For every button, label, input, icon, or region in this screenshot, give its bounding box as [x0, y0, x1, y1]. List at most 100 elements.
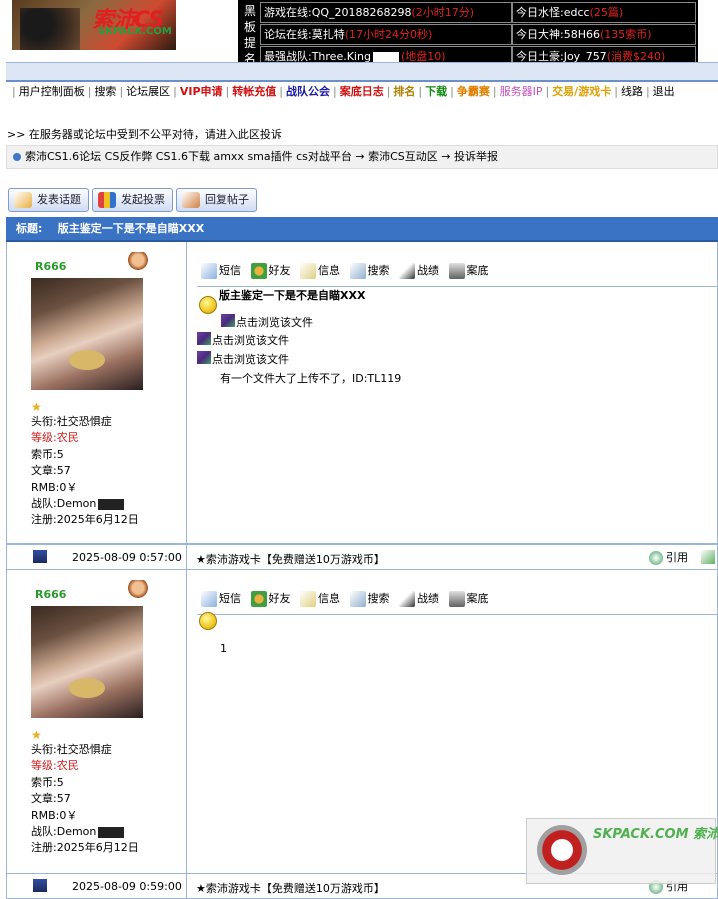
profile-button[interactable]: 信息	[300, 590, 340, 608]
author-name[interactable]: R666	[35, 588, 66, 601]
author-info: 头衔:社交恐惧症 等级:农民 索币:5 文章:57 RMB:0￥ 战队:Demo…	[31, 743, 139, 855]
watermark-logo	[537, 825, 587, 875]
friend-button[interactable]: 好友	[250, 590, 291, 608]
post-body: 有一个文件大了上传不了，ID:TL119	[220, 372, 402, 385]
message-button[interactable]: 短信	[201, 590, 241, 608]
author-rmb: 0￥	[59, 480, 78, 494]
menu-vip[interactable]: VIP申请	[177, 85, 226, 98]
daily-god-cell[interactable]: 今日大神:58H66(135索币)	[512, 24, 696, 45]
rar-icon	[197, 351, 211, 364]
menu-tournament[interactable]: 争霸赛	[454, 85, 493, 98]
smiley-icon	[199, 296, 217, 314]
thread-title-bar: 标题: 版主鉴定一下是不是自瞄XXX	[6, 217, 718, 242]
complaint-notice: >> 在服务器或论坛中受到不公平对待，请进入此区投诉	[7, 128, 282, 141]
post-title: 版主鉴定一下是不是自瞄XXX	[219, 289, 366, 302]
main-menu: | 用户控制面板 | 搜索 | 论坛展区 | VIP申请 | 转帐充值 | 战队公会 | 案底日志 | 排名 |…	[12, 84, 678, 100]
top-arrow-icon[interactable]	[701, 550, 715, 564]
breadcrumb-text[interactable]: 索沛CS1.6论坛 CS反作弊 CS1.6下载 amxx sma插件 cs对战平…	[25, 150, 498, 163]
blackboard-panel: 黑板提名 游戏在线:QQ_20188268298(2小时17分) 今日水怪:ed…	[238, 0, 698, 68]
post-toolbar: 短信 好友 信息 搜索 战绩 案底	[201, 590, 495, 608]
watermark-text: SKPACK.COM 索沛CS	[593, 827, 718, 842]
rar-icon	[221, 314, 235, 327]
post-body: 1	[220, 642, 227, 655]
menu-search[interactable]: 搜索	[91, 85, 119, 98]
monitor-icon	[448, 591, 465, 607]
menu-routes[interactable]: 线路	[618, 85, 646, 98]
site-logo[interactable]: 索沛CS SKPACK.COM	[12, 0, 176, 50]
author-articles: 57	[56, 792, 71, 806]
attachment-link[interactable]: 点击浏览该文件	[197, 332, 289, 348]
bullet-icon	[13, 153, 21, 161]
avatar	[31, 278, 143, 390]
rar-icon	[197, 332, 211, 345]
daily-poster-cell[interactable]: 今日水怪:edcc(25篇)	[512, 2, 696, 23]
message-icon	[201, 591, 217, 607]
message-button[interactable]: 短信	[201, 262, 241, 280]
search-icon	[349, 591, 366, 607]
thread-title-label: 标题:	[16, 222, 43, 235]
menu-user-cp[interactable]: 用户控制面板	[16, 85, 88, 98]
menu-server-ip[interactable]: 服务器IP	[497, 85, 546, 98]
menu-record-log[interactable]: 案底日志	[337, 85, 387, 98]
menu-team-guild[interactable]: 战队公会	[283, 85, 333, 98]
search-button[interactable]: 搜索	[349, 262, 390, 280]
menu-trade[interactable]: 交易/游戏卡	[549, 85, 614, 98]
author-articles: 57	[56, 464, 71, 478]
menu-logout[interactable]: 退出	[650, 85, 678, 98]
thread-title: 版主鉴定一下是不是自瞄XXX	[57, 222, 205, 235]
record-button[interactable]: 案底	[448, 262, 489, 280]
profile-button[interactable]: 信息	[300, 262, 340, 280]
author-reg-date: 2025年6月12日	[56, 513, 139, 527]
post-footer: 2025-08-09 0:57:00 ★索沛游戏卡【免费赠送10万游戏币】 引用	[6, 544, 718, 570]
soldier-figure	[20, 8, 80, 50]
menu-download[interactable]: 下载	[422, 85, 450, 98]
quote-icon	[649, 551, 663, 565]
reply-icon	[182, 192, 200, 208]
menu-ranking[interactable]: 排名	[390, 85, 418, 98]
gender-icon	[127, 580, 149, 600]
menu-transfer[interactable]: 转帐充值	[229, 85, 279, 98]
new-poll-button[interactable]: 发起投票	[92, 188, 173, 212]
message-icon	[201, 263, 217, 279]
search-icon	[349, 263, 366, 279]
friend-button[interactable]: 好友	[250, 262, 291, 280]
stats-button[interactable]: 战绩	[399, 262, 439, 280]
post-author-panel: R666 ★ 头衔:社交恐惧症 等级:农民 索币:5 文章:57 RMB:0￥ …	[7, 570, 187, 873]
bar-chart-icon	[98, 192, 116, 208]
friends-icon	[250, 591, 267, 607]
reply-button[interactable]: 回复帖子	[176, 188, 257, 212]
author-level: 农民	[56, 431, 79, 445]
new-topic-label: 发表话题	[37, 193, 81, 206]
author-coins: 5	[56, 447, 64, 461]
online-game-cell[interactable]: 游戏在线:QQ_20188268298(2小时17分)	[260, 2, 512, 23]
avatar	[31, 606, 143, 718]
new-topic-button[interactable]: 发表话题	[8, 188, 89, 212]
post-1: R666 ★ 头衔:社交恐惧症 等级:农民 索币:5 文章:57 RMB:0￥ …	[6, 242, 718, 544]
author-name[interactable]: R666	[35, 260, 66, 273]
record-button[interactable]: 案底	[448, 590, 489, 608]
post-signature[interactable]: ★索沛游戏卡【免费赠送10万游戏币】	[196, 880, 385, 896]
post-time: 2025-08-09 0:57:00	[72, 551, 182, 564]
search-button[interactable]: 搜索	[349, 590, 390, 608]
menu-forum-gallery[interactable]: 论坛展区	[123, 85, 173, 98]
logo-subtitle: SKPACK.COM	[98, 26, 172, 37]
author-level: 农民	[56, 759, 79, 773]
breadcrumb: 索沛CS1.6论坛 CS反作弊 CS1.6下载 amxx sma插件 cs对战平…	[6, 145, 718, 169]
post-signature[interactable]: ★索沛游戏卡【免费赠送10万游戏币】	[196, 551, 385, 567]
stats-button[interactable]: 战绩	[399, 590, 439, 608]
smiley-icon	[199, 612, 217, 630]
author-info: 头衔:社交恐惧症 等级:农民 索币:5 文章:57 RMB:0￥ 战队:Demo…	[31, 415, 139, 527]
new-poll-label: 发起投票	[121, 193, 165, 206]
quote-button[interactable]: 引用	[649, 549, 688, 565]
attachment-link[interactable]: 点击浏览该文件	[221, 314, 313, 330]
info-icon	[300, 591, 316, 607]
author-team[interactable]: Demon	[57, 497, 97, 510]
team-logo-icon	[98, 498, 125, 510]
computer-icon	[33, 879, 47, 892]
online-forum-cell[interactable]: 论坛在线:莫扎特(17小时24分0秒)	[260, 24, 512, 45]
author-rmb: 0￥	[59, 808, 78, 822]
attachment-link[interactable]: 点击浏览该文件	[197, 351, 289, 367]
soldier-icon	[399, 591, 415, 607]
author-team[interactable]: Demon	[57, 825, 97, 838]
monitor-icon	[448, 263, 465, 279]
